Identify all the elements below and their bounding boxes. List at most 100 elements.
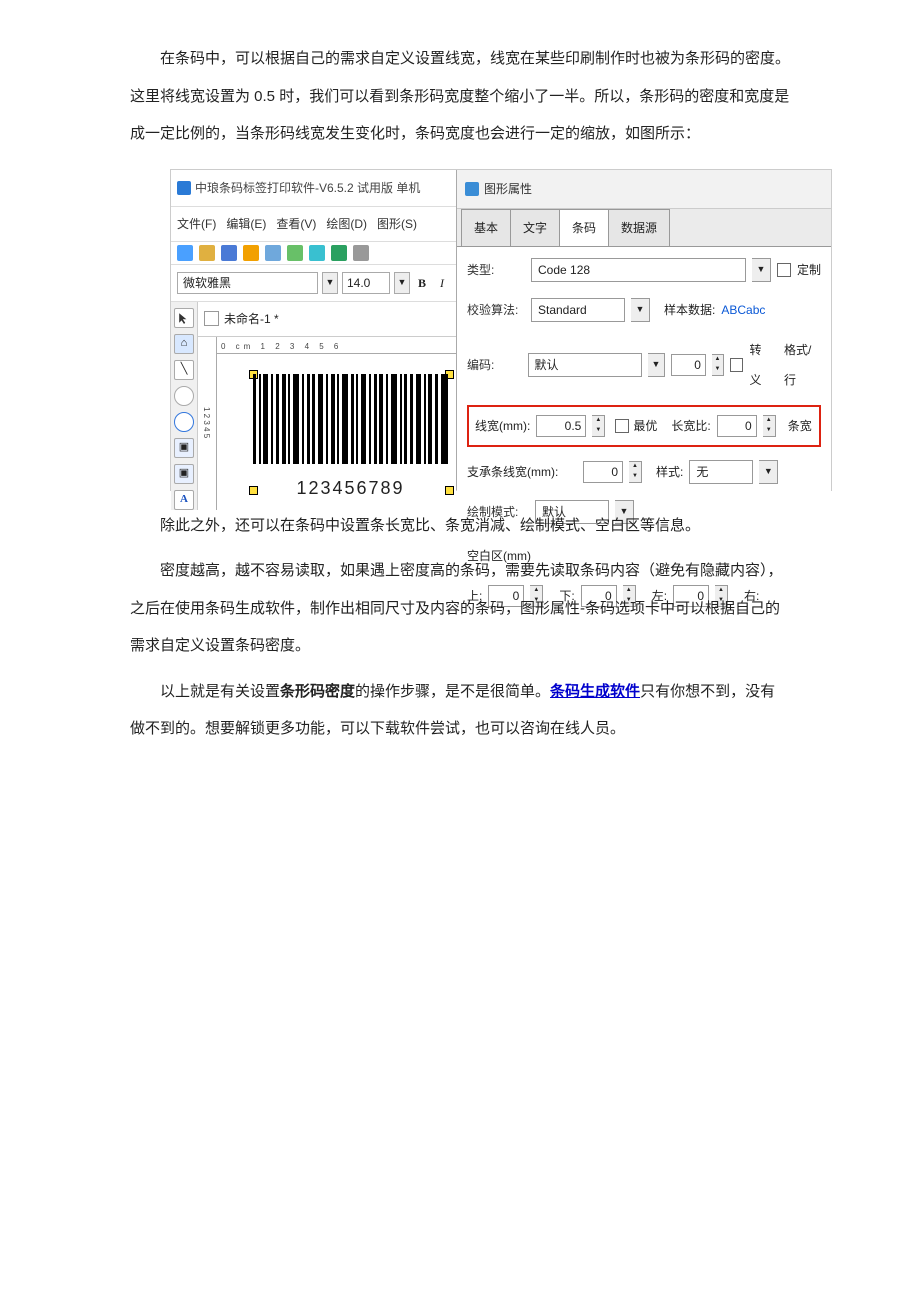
barcode-object[interactable]: 123456789 [253, 374, 448, 511]
label-checksum: 校验算法: [467, 295, 525, 325]
label-sample: 样本数据: [664, 295, 715, 325]
paragraph-2: 除此之外，还可以在条码中设置条长宽比、条宽消减、绘制模式、空白区等信息。 [130, 507, 790, 545]
custom-checkbox[interactable] [777, 263, 791, 277]
menu-bar[interactable]: 文件(F) 编辑(E) 查看(V) 绘图(D) 图形(S) [171, 207, 456, 242]
best-checkbox[interactable] [615, 419, 629, 433]
main-toolbar [171, 242, 456, 265]
save-icon[interactable] [221, 245, 237, 261]
canvas[interactable]: 123456789 [217, 354, 456, 510]
image2-tool-icon[interactable]: ▣ [174, 464, 194, 484]
label-type: 类型: [467, 255, 525, 285]
data-icon[interactable] [331, 245, 347, 261]
row-type: 类型: Code 128 ▼ 定制 [467, 255, 821, 285]
font-size-input[interactable]: 14.0 [342, 272, 390, 294]
app-main-window: 中琅条码标签打印软件-V6.5.2 试用版 单机 文件(F) 编辑(E) 查看(… [171, 170, 457, 490]
grid-icon[interactable] [353, 245, 369, 261]
style-dropdown-icon[interactable]: ▼ [759, 460, 778, 484]
sample-data-value: ABCabc [721, 295, 765, 325]
checksum-select[interactable]: Standard [531, 298, 625, 322]
home-tool-icon[interactable]: ⌂ [174, 334, 194, 354]
doc-tab-icon [204, 311, 219, 326]
vertical-ruler: 1 2 3 4 5 [198, 337, 217, 510]
horizontal-ruler: 0 cm 1 2 3 4 5 6 [217, 337, 456, 354]
workspace: ⌂ ╲ ▣ ▣ A 未命名-1 * 1 2 3 4 5 0 cm 1 2 3 4… [171, 302, 456, 510]
panel-title-text: 图形属性 [484, 174, 532, 204]
bearer-input[interactable]: 0 [583, 461, 623, 483]
canvas-area: 未命名-1 * 1 2 3 4 5 0 cm 1 2 3 4 5 6 [198, 302, 456, 510]
encoding-select[interactable]: 默认 [528, 353, 642, 377]
encoding-spin-buttons[interactable]: ▲▼ [712, 354, 724, 376]
ratio-input[interactable]: 0 [717, 415, 757, 437]
label-encoding: 编码: [467, 350, 522, 380]
doc-tab-label: 未命名-1 * [224, 304, 279, 334]
window-titlebar: 中琅条码标签打印软件-V6.5.2 试用版 单机 [171, 170, 456, 207]
tool-palette: ⌂ ╲ ▣ ▣ A [171, 302, 198, 510]
menu-draw[interactable]: 绘图(D) [326, 209, 367, 239]
menu-view[interactable]: 查看(V) [276, 209, 316, 239]
tab-basic[interactable]: 基本 [461, 209, 511, 246]
rounded-rect-tool-icon[interactable] [174, 386, 194, 406]
p4-c: 的操作步骤，是不是很简单。 [355, 683, 550, 700]
label-format: 格式/行 [784, 335, 821, 395]
label-custom: 定制 [797, 255, 821, 285]
font-name-input[interactable]: 微软雅黑 [177, 272, 318, 294]
app-screenshot-figure: 中琅条码标签打印软件-V6.5.2 试用版 单机 文件(F) 编辑(E) 查看(… [170, 169, 832, 491]
barcode-bars [253, 374, 448, 464]
properties-panel: 图形属性 基本 文字 条码 数据源 类型: Code 128 ▼ 定制 校验算法… [457, 170, 831, 490]
select-tool-icon[interactable] [174, 308, 194, 328]
bearer-spin-buttons[interactable]: ▲▼ [629, 461, 642, 483]
properties-panel-title: 图形属性 [457, 170, 831, 209]
escape-checkbox[interactable] [730, 358, 743, 372]
tab-text[interactable]: 文字 [510, 209, 560, 246]
app-icon [177, 181, 191, 195]
font-size-dropdown-icon[interactable]: ▼ [394, 272, 410, 294]
preview-icon[interactable] [287, 245, 303, 261]
linewidth-highlight: 线宽(mm): 0.5 ▲▼ 最优 长宽比: 0 ▲▼ 条宽 [467, 405, 821, 447]
settings-icon[interactable] [243, 245, 259, 261]
tab-datasource[interactable]: 数据源 [608, 209, 670, 246]
menu-shape[interactable]: 图形(S) [377, 209, 417, 239]
font-toolbar: 微软雅黑 ▼ 14.0 ▼ B I [171, 265, 456, 302]
menu-edit[interactable]: 编辑(E) [226, 209, 266, 239]
ratio-spin-buttons[interactable]: ▲▼ [763, 415, 776, 437]
label-bearer: 支承条线宽(mm): [467, 457, 577, 487]
software-link[interactable]: 条码生成软件 [550, 683, 640, 700]
paragraph-1: 在条码中，可以根据自己的需求自定义设置线宽，线宽在某些印刷制作时也被为条形码的密… [130, 40, 790, 153]
barcode-number: 123456789 [253, 466, 448, 511]
panel-icon [465, 182, 479, 196]
paragraph-3: 密度越高，越不容易读取，如果遇上密度高的条码，需要先读取条码内容（避免有隐藏内容… [130, 552, 790, 665]
row-encoding: 编码: 默认 ▼ 0 ▲▼ 转义 格式/行 [467, 335, 821, 395]
database-icon[interactable] [309, 245, 325, 261]
encoding-dropdown-icon[interactable]: ▼ [648, 353, 666, 377]
menu-file[interactable]: 文件(F) [177, 209, 216, 239]
row-checksum: 校验算法: Standard ▼ 样本数据: ABCabc [467, 295, 821, 325]
paragraph-4: 以上就是有关设置条形码密度的操作步骤，是不是很简单。条码生成软件只有你想不到，没… [130, 673, 790, 748]
linewidth-spin-buttons[interactable]: ▲▼ [592, 415, 605, 437]
label-barwidth: 条宽 [788, 411, 812, 441]
row-bearer: 支承条线宽(mm): 0 ▲▼ 样式: 无 ▼ [467, 457, 821, 487]
type-dropdown-icon[interactable]: ▼ [752, 258, 771, 282]
label-ratio: 长宽比: [671, 411, 710, 441]
ruler-container: 1 2 3 4 5 0 cm 1 2 3 4 5 6 [198, 337, 456, 510]
linewidth-input[interactable]: 0.5 [536, 415, 586, 437]
image-tool-icon[interactable]: ▣ [174, 438, 194, 458]
bold-button[interactable]: B [414, 268, 430, 298]
italic-button[interactable]: I [434, 268, 450, 298]
print-icon[interactable] [265, 245, 281, 261]
checksum-dropdown-icon[interactable]: ▼ [631, 298, 650, 322]
p4-bold: 条形码密度 [280, 683, 355, 700]
line-tool-icon[interactable]: ╲ [174, 360, 194, 380]
ellipse-tool-icon[interactable] [174, 412, 194, 432]
label-best: 最优 [633, 411, 657, 441]
tab-barcode[interactable]: 条码 [559, 209, 609, 246]
encoding-spin[interactable]: 0 [671, 354, 705, 376]
open-icon[interactable] [199, 245, 215, 261]
type-select[interactable]: Code 128 [531, 258, 746, 282]
label-style: 样式: [656, 457, 683, 487]
properties-tabs: 基本 文字 条码 数据源 [457, 209, 831, 247]
font-name-dropdown-icon[interactable]: ▼ [322, 272, 338, 294]
style-select[interactable]: 无 [689, 460, 753, 484]
new-icon[interactable] [177, 245, 193, 261]
label-linewidth: 线宽(mm): [475, 411, 530, 441]
document-tab[interactable]: 未命名-1 * [198, 302, 456, 337]
